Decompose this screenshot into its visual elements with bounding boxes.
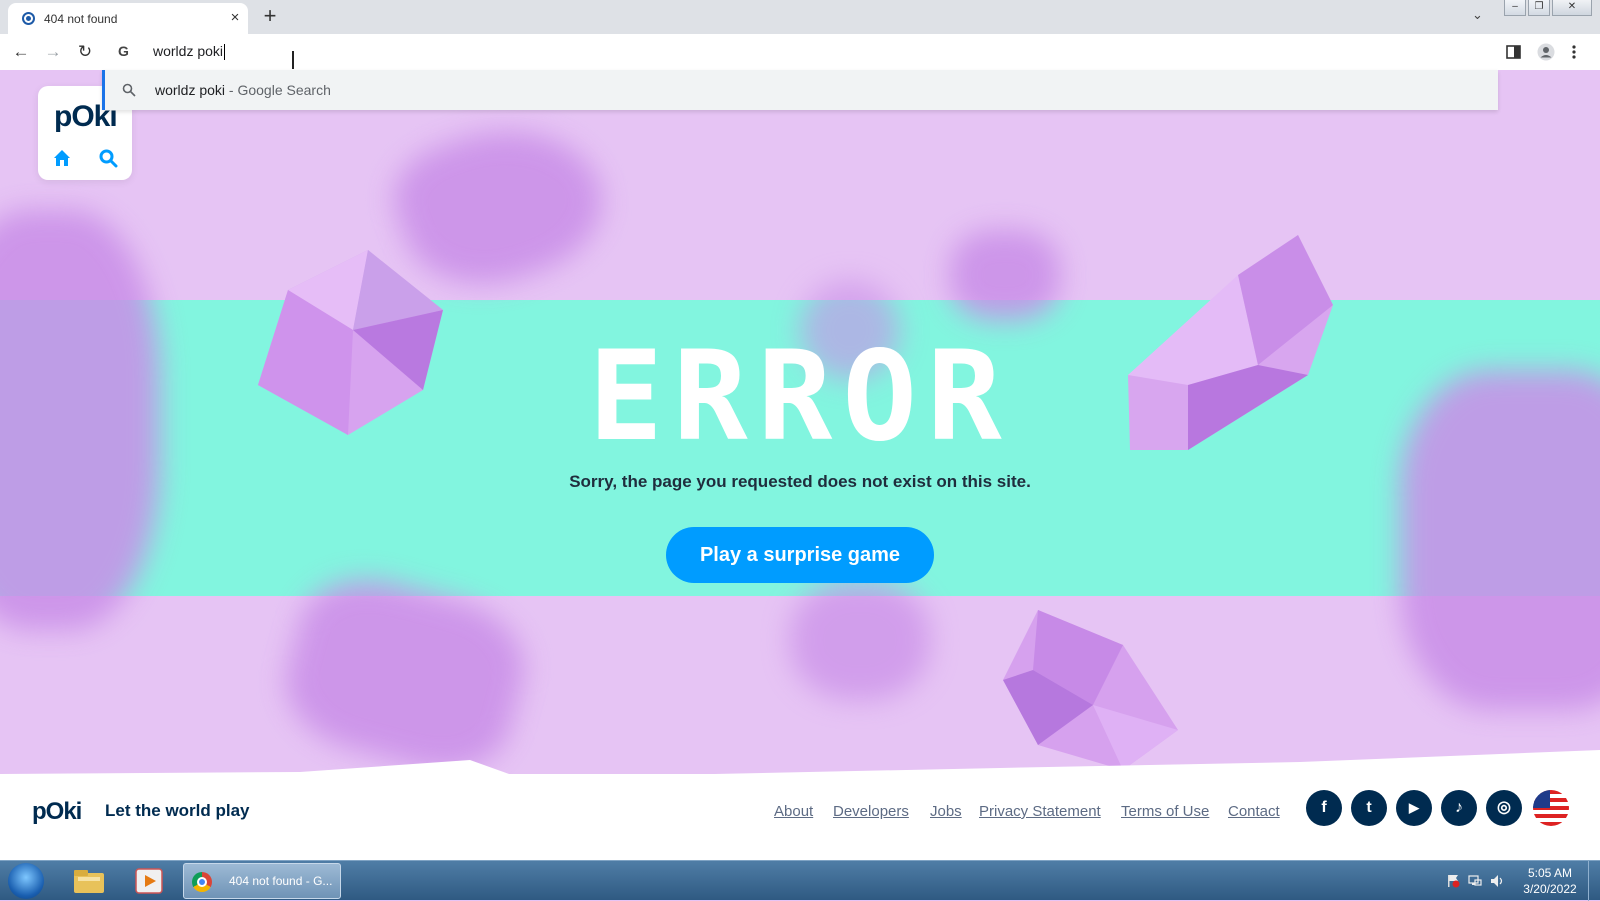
address-input[interactable]: worldz poki xyxy=(153,43,226,61)
file-explorer-icon[interactable] xyxy=(72,865,106,897)
footer-link-privacy[interactable]: Privacy Statement xyxy=(979,803,1101,820)
footer-link-terms[interactable]: Terms of Use xyxy=(1121,803,1209,820)
tab-close-icon[interactable]: × xyxy=(226,9,244,27)
poki-404-page: pOki ERROR Sorry, the page you requested… xyxy=(0,70,1600,860)
clock-time: 5:05 AM xyxy=(1527,866,1573,880)
browser-tab-bar: 404 not found × + ⌄ – ❐ ✕ xyxy=(0,0,1600,34)
blurred-crystal-decoration xyxy=(950,230,1060,320)
back-button[interactable]: ← xyxy=(10,41,32,63)
error-message: Sorry, the page you requested does not e… xyxy=(569,472,1031,491)
tab-search-chevron-icon[interactable]: ⌄ xyxy=(1472,7,1483,23)
text-cursor-icon xyxy=(292,51,294,69)
start-button[interactable] xyxy=(8,863,44,899)
blurred-crystal-decoration xyxy=(790,580,930,700)
footer-link-jobs[interactable]: Jobs xyxy=(930,803,962,820)
suggestion-text: worldz poki - Google Search xyxy=(155,82,331,98)
footer-tagline: Let the world play xyxy=(105,801,250,820)
new-tab-button[interactable]: + xyxy=(258,4,282,28)
profile-icon[interactable] xyxy=(1537,43,1555,61)
error-heading: ERROR xyxy=(588,325,1012,469)
twitter-icon[interactable]: t xyxy=(1351,790,1387,826)
show-desktop-button[interactable] xyxy=(1588,861,1600,901)
footer-link-about[interactable]: About xyxy=(774,803,813,820)
home-icon[interactable] xyxy=(52,148,72,168)
google-icon: G xyxy=(118,43,129,59)
browser-toolbar: ← → ↻ G worldz poki xyxy=(0,34,1600,70)
us-flag-language-icon[interactable] xyxy=(1533,790,1569,826)
browser-tab[interactable]: 404 not found × xyxy=(8,3,248,34)
search-icon[interactable] xyxy=(98,148,118,168)
clock-date: 3/20/2022 xyxy=(1523,882,1577,896)
footer-link-contact[interactable]: Contact xyxy=(1228,803,1280,820)
taskbar-window-label: 404 not found - G... xyxy=(229,874,333,888)
poki-favicon-icon xyxy=(22,12,35,25)
side-panel-icon[interactable] xyxy=(1505,43,1523,61)
windows-taskbar: 404 not found - G... 5:05 AM 3/20/2022 xyxy=(0,860,1600,901)
footer-poki-logo[interactable]: pOki xyxy=(32,798,82,826)
tab-title: 404 not found xyxy=(44,12,118,26)
page-footer: pOki Let the world play About Developers… xyxy=(0,774,1600,860)
maximize-button[interactable]: ❐ xyxy=(1528,0,1550,16)
close-window-button[interactable]: ✕ xyxy=(1552,0,1592,16)
menu-kebab-icon[interactable] xyxy=(1570,43,1578,61)
minimize-button[interactable]: – xyxy=(1504,0,1526,16)
reload-button[interactable]: ↻ xyxy=(74,41,96,63)
taskbar-clock[interactable]: 5:05 AM 3/20/2022 xyxy=(1512,865,1588,897)
media-player-icon[interactable] xyxy=(132,865,166,897)
action-center-flag-icon[interactable] xyxy=(1446,874,1460,888)
volume-icon[interactable] xyxy=(1490,874,1504,888)
chrome-icon xyxy=(192,872,212,892)
footer-link-developers[interactable]: Developers xyxy=(833,803,909,820)
tiktok-icon[interactable]: ♪ xyxy=(1441,790,1477,826)
network-icon[interactable] xyxy=(1468,874,1482,888)
forward-button[interactable]: → xyxy=(42,41,64,63)
taskbar-chrome-window[interactable]: 404 not found - G... xyxy=(183,863,341,899)
play-surprise-game-button[interactable]: Play a surprise game xyxy=(666,527,934,583)
omnibox-suggestion[interactable]: worldz poki - Google Search xyxy=(102,70,1498,110)
instagram-icon[interactable]: ◎ xyxy=(1486,790,1522,826)
search-icon xyxy=(122,83,136,97)
facebook-icon[interactable]: f xyxy=(1306,790,1342,826)
address-bar[interactable]: G worldz poki xyxy=(104,34,1496,70)
youtube-icon[interactable]: ▶ xyxy=(1396,790,1432,826)
